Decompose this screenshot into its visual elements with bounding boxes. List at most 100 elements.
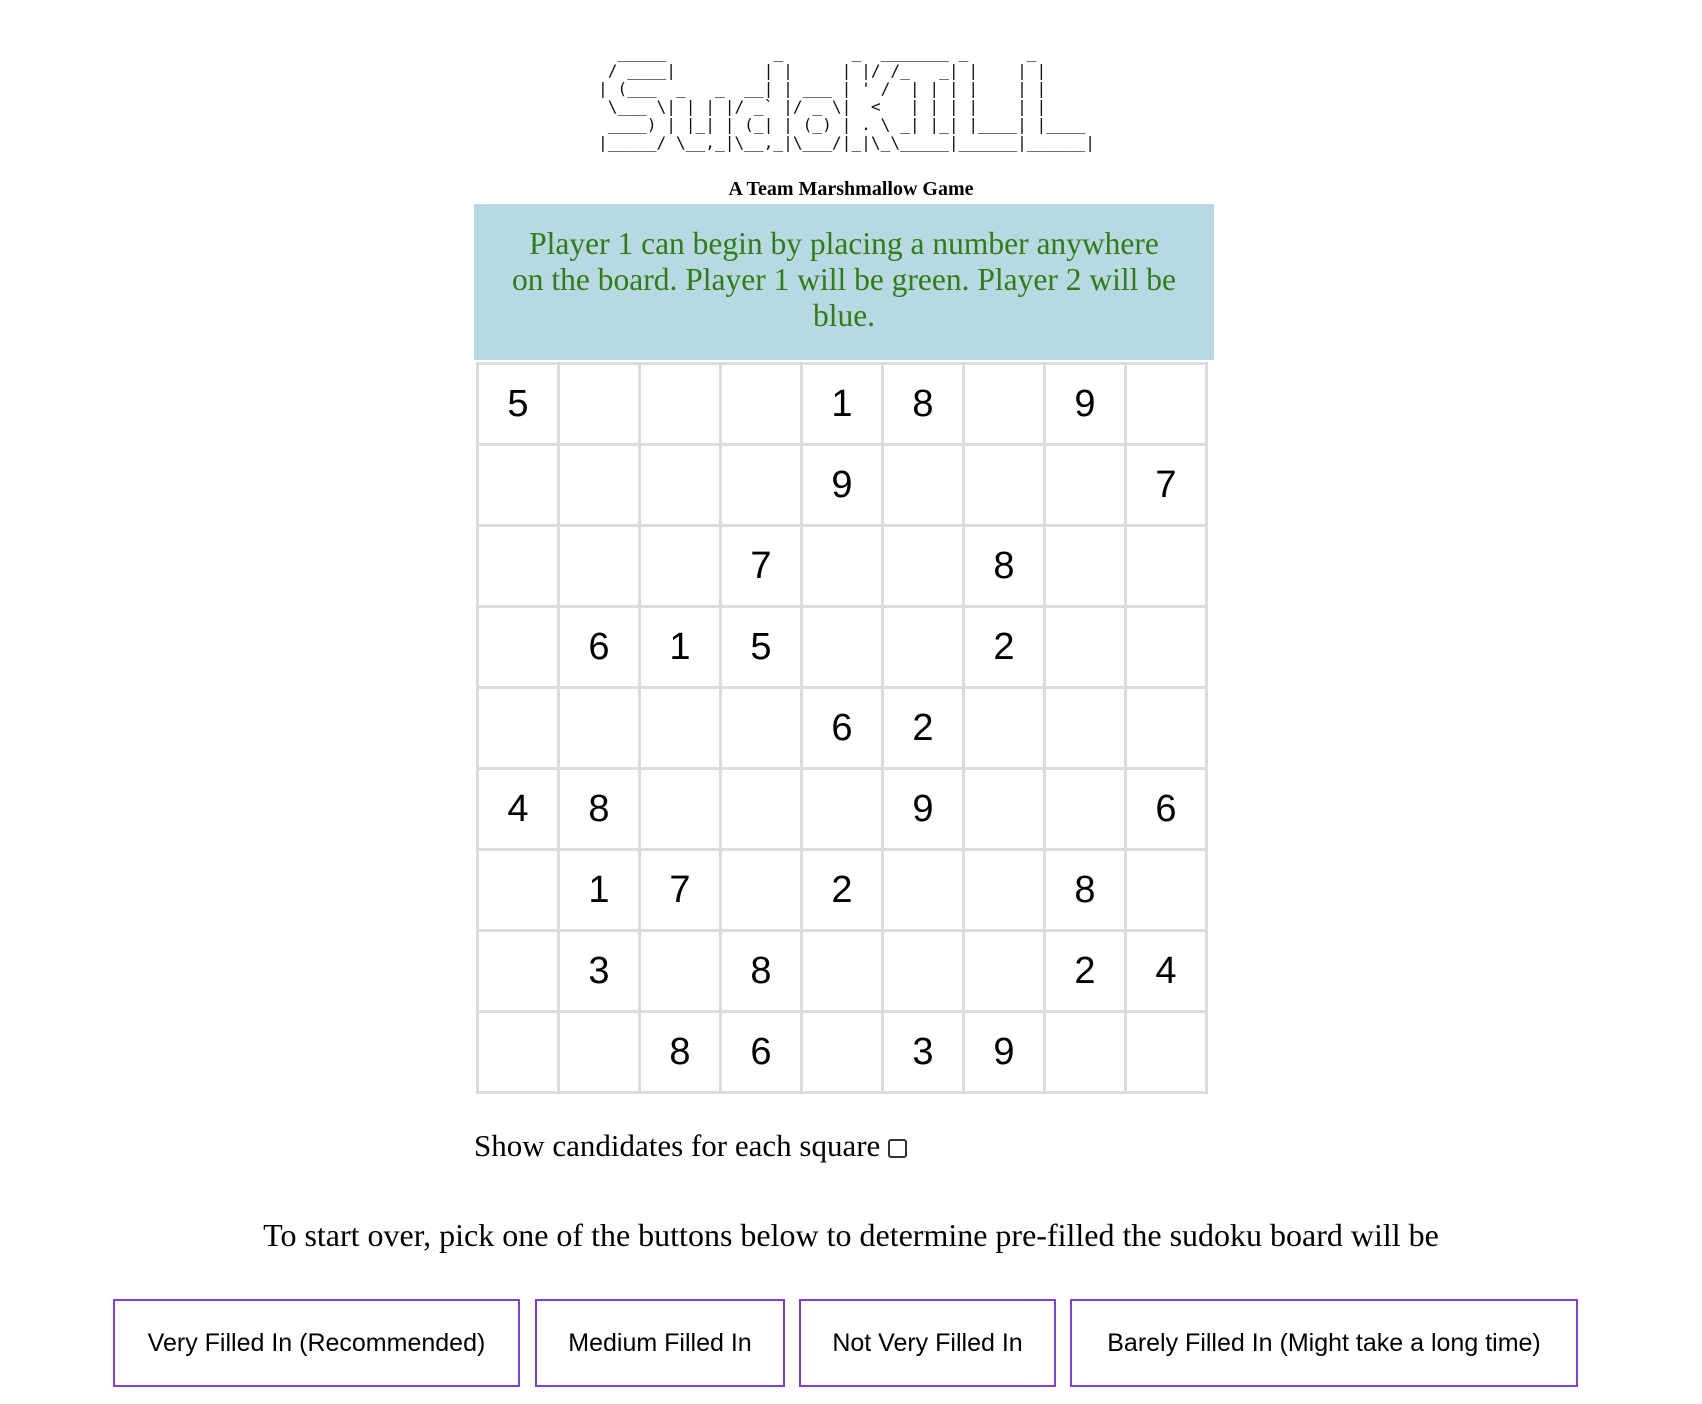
- board-cell[interactable]: 4: [1124, 929, 1208, 1013]
- board-cell[interactable]: [638, 767, 722, 851]
- subtitle: A Team Marshmallow Game: [728, 178, 974, 200]
- board-cell[interactable]: 2: [1043, 929, 1127, 1013]
- board-cell[interactable]: [1124, 362, 1208, 446]
- board-cell[interactable]: [557, 443, 641, 527]
- board-row: 78: [476, 524, 1208, 608]
- board-cell[interactable]: [962, 686, 1046, 770]
- very-filled-button[interactable]: Very Filled In (Recommended): [113, 1299, 520, 1387]
- sudoku-board-body: 518997786152624896172838248639: [476, 362, 1208, 1094]
- board-cell[interactable]: [1124, 524, 1208, 608]
- board-cell[interactable]: 6: [800, 686, 884, 770]
- board-cell[interactable]: 8: [719, 929, 803, 1013]
- board-cell[interactable]: 8: [962, 524, 1046, 608]
- board-cell[interactable]: [962, 767, 1046, 851]
- board-cell[interactable]: [800, 605, 884, 689]
- board-cell[interactable]: [881, 443, 965, 527]
- board-cell[interactable]: [1043, 524, 1127, 608]
- board-cell[interactable]: [800, 524, 884, 608]
- board-cell[interactable]: [557, 524, 641, 608]
- status-message: Player 1 can begin by placing a number a…: [474, 204, 1214, 360]
- board-cell[interactable]: [1043, 686, 1127, 770]
- board-cell[interactable]: 3: [557, 929, 641, 1013]
- sudokill-logo: _____ _ _ _______ _ _ / ____| | | | |/ /…: [598, 43, 1096, 152]
- candidates-checkbox[interactable]: [888, 1138, 908, 1158]
- not-very-filled-button[interactable]: Not Very Filled In: [799, 1299, 1056, 1387]
- board-cell[interactable]: [476, 605, 560, 689]
- board-cell[interactable]: [1124, 605, 1208, 689]
- board-cell[interactable]: [476, 686, 560, 770]
- board-cell[interactable]: [881, 605, 965, 689]
- board-cell[interactable]: 2: [962, 605, 1046, 689]
- board-cell[interactable]: [557, 362, 641, 446]
- board-cell[interactable]: [476, 524, 560, 608]
- board-cell[interactable]: 8: [1043, 848, 1127, 932]
- board-cell[interactable]: 5: [719, 605, 803, 689]
- candidates-toggle-row: Show candidates for each square: [474, 1128, 908, 1164]
- board-cell[interactable]: 2: [800, 848, 884, 932]
- board-cell[interactable]: [962, 443, 1046, 527]
- board-cell[interactable]: [638, 686, 722, 770]
- board-cell[interactable]: [476, 848, 560, 932]
- board-cell[interactable]: 6: [557, 605, 641, 689]
- board-cell[interactable]: [800, 1010, 884, 1094]
- board-cell[interactable]: 9: [800, 443, 884, 527]
- board-cell[interactable]: [1124, 848, 1208, 932]
- board-cell[interactable]: [881, 848, 965, 932]
- board-cell[interactable]: [1043, 605, 1127, 689]
- board-cell[interactable]: 7: [719, 524, 803, 608]
- board-cell[interactable]: 8: [881, 362, 965, 446]
- board-row: 62: [476, 686, 1208, 770]
- board-cell[interactable]: [476, 929, 560, 1013]
- board-cell[interactable]: [800, 767, 884, 851]
- board-cell[interactable]: 1: [638, 605, 722, 689]
- board-cell[interactable]: 8: [638, 1010, 722, 1094]
- board-cell[interactable]: [476, 1010, 560, 1094]
- board-cell[interactable]: 1: [557, 848, 641, 932]
- board-cell[interactable]: [476, 443, 560, 527]
- medium-filled-button[interactable]: Medium Filled In: [535, 1299, 785, 1387]
- board-cell[interactable]: [719, 443, 803, 527]
- barely-filled-button[interactable]: Barely Filled In (Might take a long time…: [1070, 1299, 1578, 1387]
- board-cell[interactable]: [557, 1010, 641, 1094]
- board-row: 5 189: [476, 362, 1208, 446]
- board-cell[interactable]: 9: [881, 767, 965, 851]
- board-cell[interactable]: 7: [638, 848, 722, 932]
- board-cell[interactable]: 8: [557, 767, 641, 851]
- board-cell[interactable]: [719, 686, 803, 770]
- board-cell[interactable]: [1043, 767, 1127, 851]
- board-cell[interactable]: [800, 929, 884, 1013]
- board-cell[interactable]: [962, 929, 1046, 1013]
- board-cell[interactable]: 6: [1124, 767, 1208, 851]
- board-cell[interactable]: [638, 524, 722, 608]
- board-row: 38 24: [476, 929, 1208, 1013]
- restart-instruction: To start over, pick one of the buttons b…: [263, 1217, 1439, 1253]
- board-cell[interactable]: [638, 929, 722, 1013]
- board-cell[interactable]: [1043, 1010, 1127, 1094]
- board-cell[interactable]: [881, 524, 965, 608]
- board-cell[interactable]: 5: [476, 362, 560, 446]
- board-cell[interactable]: 6: [719, 1010, 803, 1094]
- board-cell[interactable]: 4: [476, 767, 560, 851]
- board-cell[interactable]: [719, 848, 803, 932]
- board-cell[interactable]: [719, 362, 803, 446]
- board-row: 8639: [476, 1010, 1208, 1094]
- board-cell[interactable]: [1043, 443, 1127, 527]
- board-cell[interactable]: 2: [881, 686, 965, 770]
- sudoku-board: 518997786152624896172838248639: [476, 362, 1208, 1094]
- board-cell[interactable]: [638, 362, 722, 446]
- board-cell[interactable]: 9: [962, 1010, 1046, 1094]
- board-cell[interactable]: [1124, 686, 1208, 770]
- board-cell[interactable]: 1: [800, 362, 884, 446]
- board-cell[interactable]: [638, 443, 722, 527]
- board-cell[interactable]: [1124, 1010, 1208, 1094]
- board-row: 1728: [476, 848, 1208, 932]
- board-cell[interactable]: 7: [1124, 443, 1208, 527]
- board-cell[interactable]: 3: [881, 1010, 965, 1094]
- board-cell[interactable]: [962, 362, 1046, 446]
- board-row: 97: [476, 443, 1208, 527]
- board-cell[interactable]: [881, 929, 965, 1013]
- board-cell[interactable]: [719, 767, 803, 851]
- board-cell[interactable]: [557, 686, 641, 770]
- board-cell[interactable]: 9: [1043, 362, 1127, 446]
- board-cell[interactable]: [962, 848, 1046, 932]
